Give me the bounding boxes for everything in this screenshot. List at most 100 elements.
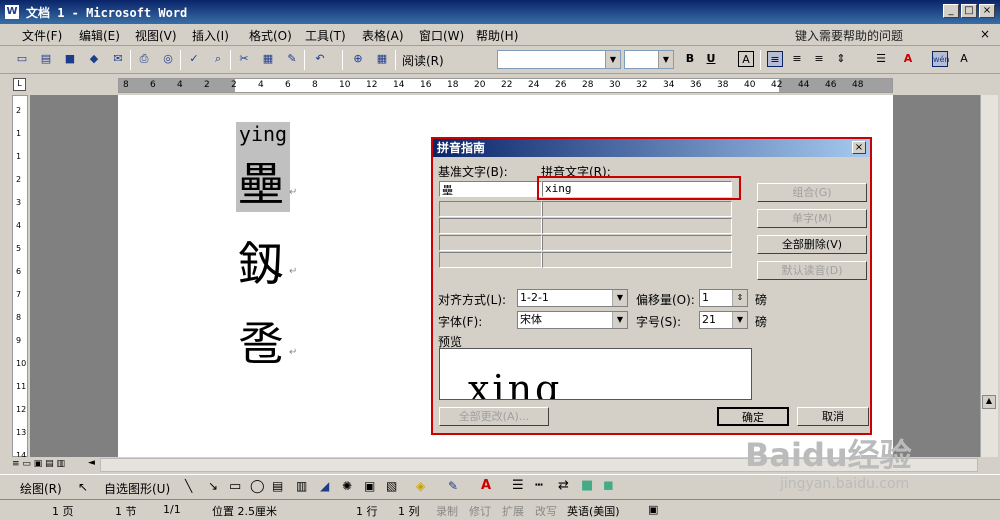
font-select[interactable]: 宋体 ▼ bbox=[517, 311, 628, 329]
oval-icon[interactable]: ◯ bbox=[250, 479, 265, 494]
ruby-text-field[interactable] bbox=[542, 218, 732, 234]
3d-icon[interactable]: ◼ bbox=[603, 478, 614, 493]
arrow-icon[interactable]: ↘ bbox=[208, 479, 218, 493]
ruby-text-field[interactable] bbox=[542, 201, 732, 217]
table-icon[interactable]: ▦ bbox=[374, 51, 390, 67]
undo-icon[interactable]: ↶ bbox=[312, 51, 328, 67]
line-color-icon[interactable]: ✎ bbox=[448, 479, 458, 493]
size-combo[interactable]: ▼ bbox=[624, 50, 674, 69]
char-border-icon[interactable]: A bbox=[738, 51, 754, 67]
spelling-icon[interactable]: ✓ bbox=[186, 51, 202, 67]
apply-all-button[interactable]: 全部更改(A)... bbox=[439, 407, 549, 426]
autoshapes-menu[interactable]: 自选图形(U) bbox=[104, 480, 170, 497]
style-combo[interactable]: ▼ bbox=[497, 50, 621, 69]
font-size-shrink-icon[interactable]: A bbox=[956, 51, 972, 67]
print-icon[interactable]: ⎙ bbox=[136, 51, 152, 67]
font-color-icon[interactable]: A bbox=[900, 51, 916, 67]
ruby-text-field[interactable] bbox=[542, 252, 732, 268]
base-text-field[interactable] bbox=[439, 201, 542, 217]
base-text-field[interactable] bbox=[439, 252, 542, 268]
spelling-status-icon[interactable]: ▣ bbox=[648, 503, 658, 516]
menu-tools[interactable]: 工具(T) bbox=[305, 27, 346, 44]
single-char-button[interactable]: 单字(M) bbox=[757, 209, 867, 228]
line-spacing-icon[interactable]: ⇕ bbox=[833, 51, 849, 67]
align-justify-icon[interactable]: ≡ bbox=[767, 51, 783, 67]
new-doc-icon[interactable]: ▭ bbox=[14, 51, 30, 67]
align-right-icon[interactable]: ≡ bbox=[811, 51, 827, 67]
diagram-icon[interactable]: ✺ bbox=[342, 479, 352, 493]
group-button[interactable]: 组合(G) bbox=[757, 183, 867, 202]
format-painter-icon[interactable]: ✎ bbox=[284, 51, 300, 67]
line-icon[interactable]: ╲ bbox=[185, 479, 192, 493]
paste-icon[interactable]: ▦ bbox=[260, 51, 276, 67]
vertical-scrollbar[interactable]: ▲ bbox=[980, 95, 998, 457]
clipart-icon[interactable]: ▣ bbox=[364, 479, 375, 493]
menu-edit[interactable]: 编辑(E) bbox=[79, 27, 120, 44]
research-icon[interactable]: ⌕ bbox=[210, 51, 226, 67]
tab-selector-icon[interactable]: L bbox=[13, 78, 26, 91]
menu-format[interactable]: 格式(O) bbox=[249, 27, 292, 44]
status-trk[interactable]: 修订 bbox=[469, 503, 491, 519]
default-reading-button[interactable]: 默认读音(D) bbox=[757, 261, 867, 280]
ruby-text-field[interactable] bbox=[542, 235, 732, 251]
status-ovr[interactable]: 改写 bbox=[535, 503, 557, 519]
cut-icon[interactable]: ✂ bbox=[236, 51, 252, 67]
align-center-icon[interactable]: ≡ bbox=[789, 51, 805, 67]
hyperlink-icon[interactable]: ⊕ bbox=[350, 51, 366, 67]
print-preview-icon[interactable]: ◎ bbox=[160, 51, 176, 67]
close-doc-icon[interactable]: × bbox=[980, 27, 990, 41]
close-button[interactable]: × bbox=[979, 4, 995, 18]
clear-all-button[interactable]: 全部删除(V) bbox=[757, 235, 867, 254]
phonetic-guide-icon[interactable]: wén bbox=[932, 51, 950, 67]
doc-char-3[interactable]: 卺 bbox=[238, 308, 284, 374]
minimize-button[interactable]: _ bbox=[943, 4, 959, 18]
vertical-ruler[interactable]: 2 1 1 2 3 4 5 6 7 8 9 10 11 12 13 14 bbox=[12, 95, 28, 460]
menu-file[interactable]: 文件(F) bbox=[22, 27, 62, 44]
horizontal-ruler[interactable]: 8 6 4 2 2 4 6 8 10 12 14 16 18 20 22 24 26 28 30 32 34 36 38 40… bbox=[118, 78, 893, 93]
help-search-input[interactable]: 键入需要帮助的问题 bbox=[795, 27, 970, 43]
numbering-icon[interactable]: ☰ bbox=[873, 51, 889, 67]
vertical-textbox-icon[interactable]: ▥ bbox=[296, 479, 307, 493]
doc-char-1[interactable]: 壘 bbox=[238, 148, 284, 214]
arrow-style-icon[interactable]: ⇄ bbox=[558, 478, 569, 493]
rectangle-icon[interactable]: ▭ bbox=[229, 479, 241, 494]
status-rec[interactable]: 录制 bbox=[436, 503, 458, 519]
offset-stepper[interactable]: 1 ⇕ bbox=[699, 289, 748, 307]
dash-style-icon[interactable]: ┅ bbox=[535, 478, 543, 493]
wordart-icon[interactable]: ◢ bbox=[320, 479, 329, 493]
menu-window[interactable]: 窗口(W) bbox=[419, 27, 464, 44]
maximize-button[interactable]: □ bbox=[961, 4, 977, 18]
base-text-field[interactable]: 壘 bbox=[439, 181, 542, 197]
menu-table[interactable]: 表格(A) bbox=[362, 27, 404, 44]
select-objects-icon[interactable]: ↖ bbox=[78, 480, 88, 494]
open-icon[interactable]: ▤ bbox=[38, 51, 54, 67]
size-select[interactable]: 21 ▼ bbox=[699, 311, 748, 329]
menu-view[interactable]: 视图(V) bbox=[135, 27, 177, 44]
scroll-up-icon[interactable]: ▲ bbox=[982, 395, 996, 409]
view-mode-icons[interactable]: ≡ ▭ ▣ ▤ ▥ bbox=[12, 459, 65, 469]
status-ext[interactable]: 扩展 bbox=[502, 503, 524, 519]
menu-help[interactable]: 帮助(H) bbox=[476, 27, 518, 44]
alignment-select[interactable]: 1-2-1 ▼ bbox=[517, 289, 628, 307]
scroll-left-icon[interactable]: ◄ bbox=[88, 458, 95, 468]
fill-color-icon[interactable]: ◈ bbox=[416, 479, 425, 493]
save-icon[interactable]: ■ bbox=[62, 51, 78, 67]
picture-icon[interactable]: ▧ bbox=[386, 479, 397, 493]
base-text-field[interactable] bbox=[439, 235, 542, 251]
menu-insert[interactable]: 插入(I) bbox=[192, 27, 229, 44]
base-text-field[interactable] bbox=[439, 218, 542, 234]
shadow-icon[interactable]: ■ bbox=[581, 478, 593, 493]
doc-char-2[interactable]: 釼 bbox=[238, 228, 284, 294]
word-app-icon[interactable]: W bbox=[5, 5, 19, 19]
email-icon[interactable]: ✉ bbox=[110, 51, 126, 67]
font-color-icon[interactable]: A bbox=[481, 478, 491, 493]
read-button[interactable]: 阅读(R) bbox=[402, 52, 444, 69]
draw-menu[interactable]: 绘图(R) bbox=[20, 480, 62, 497]
line-style-icon[interactable]: ☰ bbox=[512, 478, 524, 493]
permission-icon[interactable]: ◆ bbox=[86, 51, 102, 67]
bold-icon[interactable]: B bbox=[682, 51, 698, 67]
underline-icon[interactable]: U bbox=[703, 51, 719, 67]
dialog-close-button[interactable]: × bbox=[852, 141, 866, 154]
ok-button[interactable]: 确定 bbox=[717, 407, 789, 426]
textbox-icon[interactable]: ▤ bbox=[272, 479, 283, 493]
